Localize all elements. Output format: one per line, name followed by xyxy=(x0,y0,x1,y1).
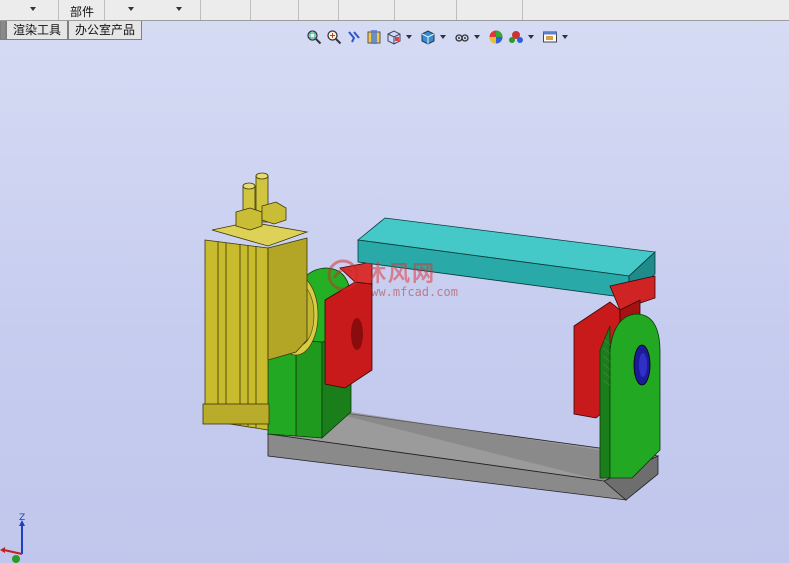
cylinder-nut xyxy=(235,207,263,231)
cylinder-body-front xyxy=(204,239,269,431)
watermark-logo-icon xyxy=(327,259,359,291)
triad-z-label: Z xyxy=(19,513,25,523)
watermark-url: www.mfcad.com xyxy=(364,285,458,299)
left-red-block-hole xyxy=(351,318,363,350)
cylinder-body-side xyxy=(267,237,308,361)
watermark-title: 沐风网 xyxy=(364,262,437,287)
right-bracket-bore-inner xyxy=(639,353,647,377)
cylinder-nut-2 xyxy=(261,201,287,225)
watermark: 沐风网 www.mfcad.com xyxy=(326,258,476,304)
cylinder-rod-right-top xyxy=(255,172,269,180)
cylinder-end-cap xyxy=(202,403,270,425)
right-bracket-side xyxy=(599,325,611,479)
reference-triad: Z xyxy=(0,513,25,563)
right-bracket-front xyxy=(609,313,661,479)
cylinder-rod-left-top xyxy=(242,182,256,190)
